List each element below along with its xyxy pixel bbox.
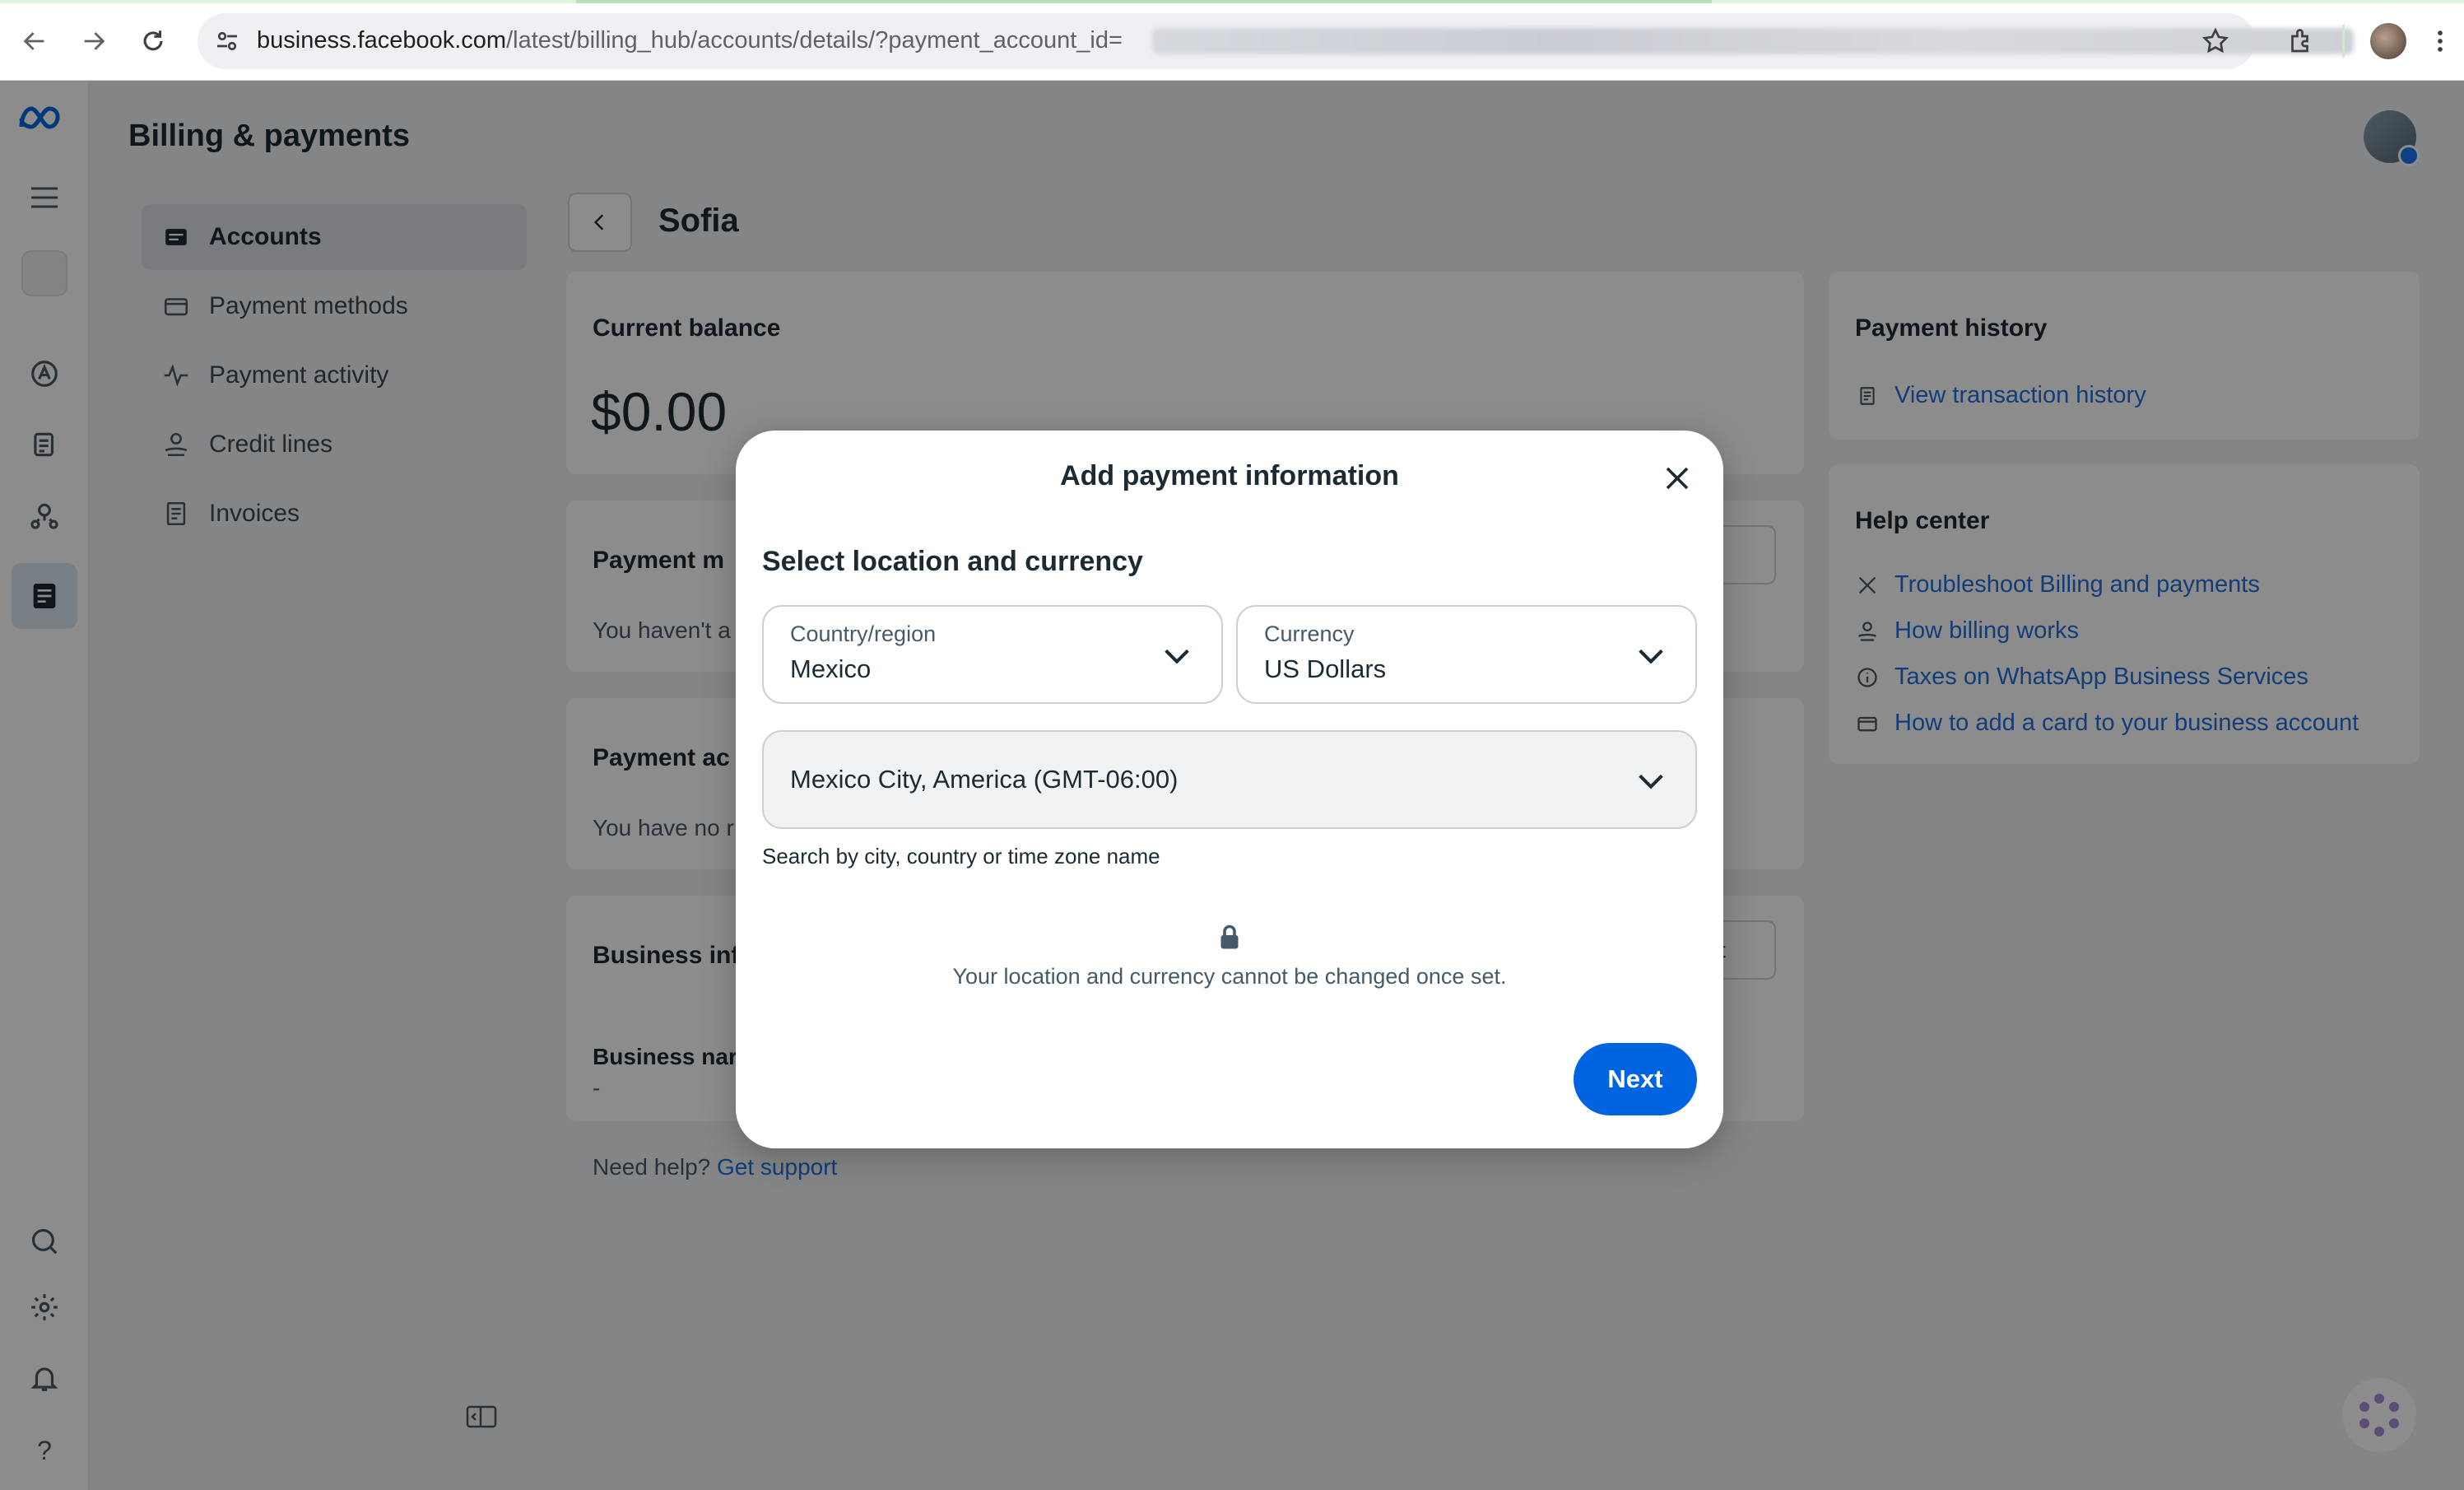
browser-toolbar: business.facebook.com/latest/billing_hub…	[0, 0, 2464, 81]
forward-arrow-icon[interactable]	[74, 21, 114, 61]
field-label: Country/region	[790, 622, 937, 646]
lock-icon	[1220, 924, 1239, 949]
next-button[interactable]: Next	[1574, 1043, 1697, 1115]
browser-menu-icon[interactable]	[2428, 21, 2452, 61]
section-heading: Select location and currency	[762, 546, 1143, 577]
chevron-down-icon	[1165, 649, 1189, 664]
lock-message: Your location and currency cannot be cha…	[952, 964, 1507, 989]
url-text: business.facebook.com/latest/billing_hub…	[257, 27, 1123, 54]
field-value: Mexico City, America (GMT-06:00)	[790, 765, 1179, 794]
toolbar-divider	[2342, 25, 2345, 58]
page-load-progress	[0, 0, 2464, 3]
url-path: /latest/billing_hub/accounts/details/?pa…	[506, 27, 1123, 54]
reload-icon[interactable]	[133, 21, 173, 61]
time-zone-hint: Search by city, country or time zone nam…	[762, 844, 1160, 868]
url-host: business.facebook.com	[257, 27, 507, 54]
currency-select[interactable]: Currency US Dollars	[1236, 605, 1697, 704]
bookmark-star-icon[interactable]	[2201, 26, 2230, 56]
field-value: Mexico	[790, 654, 872, 683]
dialog-title: Add payment information	[1060, 460, 1399, 491]
chevron-down-icon	[1639, 649, 1663, 664]
time-zone-select[interactable]: Mexico City, America (GMT-06:00)	[762, 730, 1697, 829]
close-icon[interactable]	[1657, 459, 1697, 498]
url-redacted	[1152, 28, 2354, 54]
chevron-down-icon	[1639, 774, 1663, 789]
extensions-icon[interactable]	[2281, 21, 2321, 61]
back-arrow-icon[interactable]	[15, 21, 54, 61]
site-settings-icon[interactable]	[212, 26, 242, 56]
country-region-select[interactable]: Country/region Mexico	[762, 605, 1223, 704]
add-payment-info-dialog: Add payment information Select location …	[736, 431, 1723, 1148]
address-bar[interactable]: business.facebook.com/latest/billing_hub…	[198, 13, 2354, 69]
field-label: Currency	[1264, 622, 1355, 646]
field-value: US Dollars	[1264, 654, 1387, 683]
profile-avatar[interactable]	[2370, 23, 2406, 59]
button-label: Next	[1607, 1064, 1663, 1093]
